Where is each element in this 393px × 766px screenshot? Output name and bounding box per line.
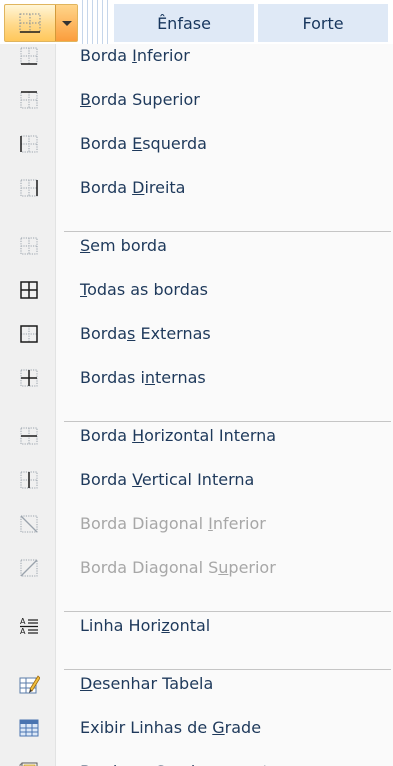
menu-item-bottom-border[interactable]: Borda Inferior	[0, 34, 393, 78]
top-border-icon	[18, 89, 40, 111]
chevron-down-icon	[61, 20, 72, 26]
svg-text:A: A	[20, 627, 26, 636]
menu-item-label: Bordas internas	[80, 368, 206, 387]
menu-item-label: Borda Inferior	[80, 46, 190, 65]
menu-item-label: Bordas Externas	[80, 324, 211, 343]
menu-item-label: Borda Diagonal Inferior	[80, 514, 266, 533]
inside-vertical-border-icon	[18, 469, 40, 491]
menu-item-label: Exibir Linhas de Grade	[80, 718, 262, 737]
right-border-icon	[18, 177, 40, 199]
svg-text:A: A	[20, 617, 26, 626]
menu-item-top-border[interactable]: Borda Superior	[0, 78, 393, 122]
menu-item-borders-and-shading[interactable]: Bordas e Sombreamento...	[0, 750, 393, 766]
menu-item-left-border[interactable]: Borda Esquerda	[0, 122, 393, 166]
bottom-border-icon	[18, 45, 40, 67]
menu-item-label: Todas as bordas	[80, 280, 208, 299]
no-border-icon	[18, 235, 40, 257]
view-gridlines-icon	[18, 717, 40, 739]
menu-item-diagonal-down-border: Borda Diagonal Inferior	[0, 502, 393, 546]
inside-horizontal-border-icon	[18, 425, 40, 447]
menu-separator	[64, 231, 391, 232]
menu-item-label: Bordas e Sombreamento...	[80, 750, 294, 766]
draw-table-icon	[18, 673, 40, 695]
menu-item-right-border[interactable]: Borda Direita	[0, 166, 393, 210]
style-forte-label: Forte	[302, 13, 344, 33]
all-borders-icon	[18, 279, 40, 301]
menu-item-label: Borda Direita	[80, 178, 186, 197]
borders-dropdown-menu: Borda Inferior Borda Superior Borda Esquer…	[0, 44, 393, 766]
menu-item-label: Borda Esquerda	[80, 134, 207, 153]
borders-icon	[19, 13, 41, 33]
menu-item-diagonal-up-border: Borda Diagonal Superior	[0, 546, 393, 590]
horizontal-line-icon: AA	[18, 615, 40, 637]
inside-borders-icon	[18, 367, 40, 389]
left-border-icon	[18, 133, 40, 155]
menu-separator	[64, 421, 391, 422]
menu-item-all-borders[interactable]: Todas as bordas	[0, 268, 393, 312]
menu-separator	[64, 669, 391, 670]
style-enfase-label: Ênfase	[157, 13, 211, 33]
outside-borders-icon	[18, 323, 40, 345]
menu-item-label: Borda Superior	[80, 90, 200, 109]
diagonal-down-border-icon	[18, 513, 40, 535]
diagonal-up-border-icon	[18, 557, 40, 579]
menu-item-outside-borders[interactable]: Bordas Externas	[0, 312, 393, 356]
menu-item-inside-vertical-border[interactable]: Borda Vertical Interna	[0, 458, 393, 502]
menu-separator	[64, 611, 391, 612]
menu-item-inside-borders[interactable]: Bordas internas	[0, 356, 393, 400]
borders-and-shading-icon	[18, 761, 40, 766]
menu-item-label: Borda Vertical Interna	[80, 470, 255, 489]
menu-item-view-gridlines[interactable]: Exibir Linhas de Grade	[0, 706, 393, 750]
menu-item-label: Borda Diagonal Superior	[80, 558, 276, 577]
